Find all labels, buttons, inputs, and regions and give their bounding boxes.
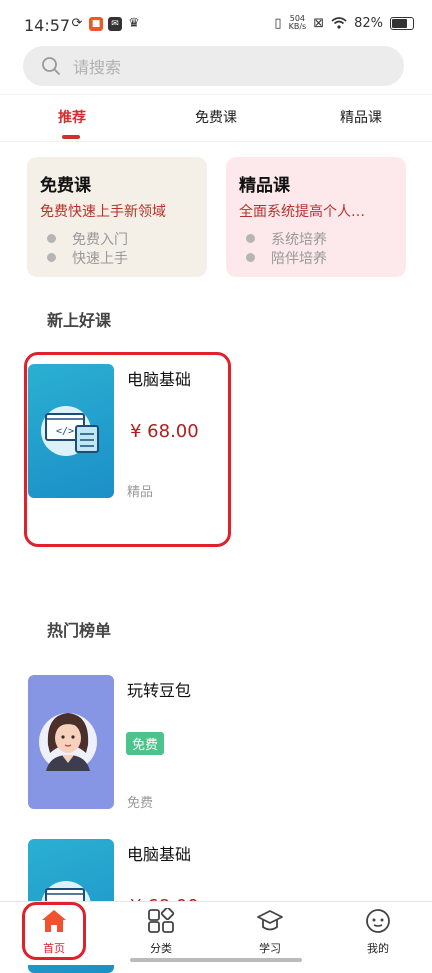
list-item: 快速上手 xyxy=(47,248,128,267)
nav-study-label: 学习 xyxy=(259,942,281,955)
free-card-title: 免费课 xyxy=(40,176,91,196)
battery-level xyxy=(392,18,407,28)
tab-recommend[interactable]: 推荐 xyxy=(58,107,86,127)
bullet-text: 系统培养 xyxy=(271,231,327,248)
wifi-icon xyxy=(331,17,347,29)
course-price: ¥ 68.00 xyxy=(130,421,199,442)
premium-card-subtitle: 全面系统提高个人… xyxy=(239,204,365,220)
list-item: 免费入门 xyxy=(47,229,128,248)
course-name: 玩转豆包 xyxy=(127,681,192,700)
battery-icon xyxy=(390,16,414,30)
free-course-card[interactable]: 免费课 免费快速上手新领域 免费入门 快速上手 xyxy=(27,157,207,277)
tab-free-courses[interactable]: 免费课 xyxy=(195,107,237,127)
bullet-dot-icon xyxy=(47,234,56,243)
message-icon: ✉ xyxy=(108,17,122,31)
nav-category[interactable]: 分类 xyxy=(131,906,191,956)
vibrate-icon: ▯ xyxy=(274,15,282,31)
list-item: 系统培养 xyxy=(246,229,327,248)
nav-profile[interactable]: 我的 xyxy=(348,908,408,956)
graduation-cap-icon xyxy=(257,910,283,931)
free-card-subtitle: 免费快速上手新领域 xyxy=(40,204,166,220)
bullet-text: 快速上手 xyxy=(72,250,128,267)
search-input[interactable]: 请搜索 xyxy=(73,54,121,78)
course-name: 电脑基础 xyxy=(127,845,192,864)
nav-profile-label: 我的 xyxy=(367,942,389,955)
svg-text:</>: </> xyxy=(56,426,74,437)
free-badge: 免费 xyxy=(126,732,165,755)
computer-code-icon: </> xyxy=(41,406,99,456)
battery-percent: 82% xyxy=(354,15,383,31)
status-left-icons: ⟳ ■ ✉ ♛ xyxy=(70,17,141,31)
hot-list-title: 热门榜单 xyxy=(47,621,112,640)
new-course-item[interactable]: </> 电脑基础 ¥ 68.00 精品 xyxy=(28,364,408,500)
list-item: 陪伴培养 xyxy=(246,248,327,267)
course-thumbnail: </> xyxy=(28,364,114,498)
sync-icon: ⟳ xyxy=(71,16,83,31)
course-tag: 精品 xyxy=(127,485,154,500)
app-notification-icon: ■ xyxy=(89,17,103,31)
highlight-box xyxy=(22,902,86,960)
hot-course-item[interactable]: 玩转豆包 免费 免费 xyxy=(28,675,408,811)
course-thumbnail xyxy=(28,675,114,809)
status-bar: 14:57 ⟳ ■ ✉ ♛ ▯ 504 KB/s ⊠ 82% xyxy=(0,0,432,50)
search-icon xyxy=(42,57,60,75)
nav-category-label: 分类 xyxy=(150,942,172,955)
net-speed-unit: KB/s xyxy=(288,22,307,31)
bullet-dot-icon xyxy=(246,234,255,243)
bullet-text: 陪伴培养 xyxy=(271,250,327,267)
net-speed: 504 KB/s xyxy=(289,15,307,31)
home-indicator xyxy=(130,958,302,962)
active-tab-indicator xyxy=(62,135,80,139)
bullet-dot-icon xyxy=(246,253,255,262)
bullet-text: 免费入门 xyxy=(72,231,128,248)
category-grid-icon xyxy=(148,906,175,933)
free-card-bullets: 免费入门 快速上手 xyxy=(47,229,128,267)
premium-course-card[interactable]: 精品课 全面系统提高个人… 系统培养 陪伴培养 xyxy=(226,157,406,277)
tab-premium-courses[interactable]: 精品课 xyxy=(340,107,382,127)
profile-face-icon xyxy=(366,909,390,933)
crown-icon: ♛ xyxy=(128,16,140,31)
status-time: 14:57 xyxy=(24,16,71,35)
nav-study[interactable]: 学习 xyxy=(240,908,300,956)
bullet-dot-icon xyxy=(47,253,56,262)
premium-card-title: 精品课 xyxy=(239,176,290,196)
search-bar[interactable]: 请搜索 xyxy=(23,46,404,86)
status-right: ▯ 504 KB/s ⊠ 82% xyxy=(274,15,414,31)
course-name: 电脑基础 xyxy=(127,370,192,389)
sim-off-icon: ⊠ xyxy=(313,15,325,31)
course-tag: 免费 xyxy=(127,796,154,811)
avatar-girl-icon xyxy=(39,713,97,771)
new-courses-title: 新上好课 xyxy=(47,311,112,330)
premium-card-bullets: 系统培养 陪伴培养 xyxy=(246,229,327,267)
